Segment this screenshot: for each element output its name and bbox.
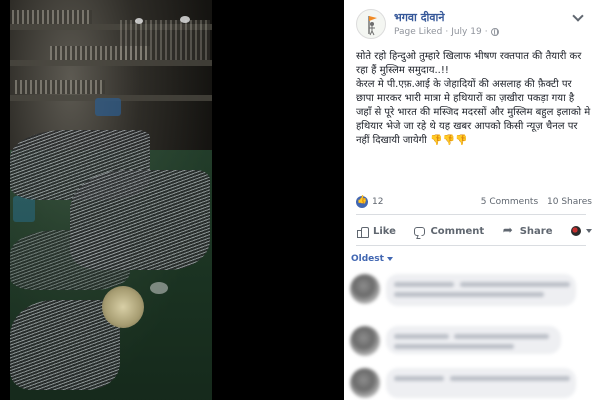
caret-down-icon [586, 229, 592, 233]
post-text: सोते रहो हिन्दुओ तुम्हारे खिलाफ भीषण रक्… [356, 51, 591, 146]
post-panel: भगवा दीवाने Page Liked · July 19 · सोते … [344, 0, 598, 400]
comments-shares: 5 Comments 10 Shares [481, 197, 592, 207]
chevron-down-icon[interactable] [572, 10, 584, 22]
post-header: भगवा दीवाने Page Liked · July 19 · [344, 0, 598, 46]
avatar[interactable] [350, 326, 380, 356]
like-label: Like [373, 225, 396, 237]
avatar[interactable] [350, 274, 380, 304]
reaction-count[interactable]: 12 [372, 197, 383, 207]
profile-avatar-icon [571, 226, 581, 236]
post-stats: 12 5 Comments 10 Shares [356, 195, 592, 210]
meta-separator: · [445, 27, 449, 37]
page-liked-label: Page Liked [394, 27, 443, 37]
like-button[interactable]: Like [356, 225, 396, 238]
reaction-profile-selector[interactable] [571, 226, 592, 236]
divider [356, 214, 586, 215]
comment-sort-dropdown[interactable]: Oldest [351, 254, 393, 264]
share-icon [503, 223, 515, 237]
globe-icon [490, 28, 499, 36]
share-button[interactable]: Share [503, 223, 553, 237]
comments-count[interactable]: 5 Comments [481, 197, 538, 207]
page-avatar[interactable] [356, 9, 386, 39]
comment-sort-label: Oldest [351, 254, 384, 264]
thumbs-up-icon [356, 195, 368, 208]
avatar[interactable] [350, 368, 380, 398]
post-meta: Page Liked · July 19 · [394, 27, 499, 37]
comment-item [350, 322, 590, 362]
thumb-icon [356, 225, 369, 238]
action-bar: Like Comment Share [356, 220, 592, 242]
comment-icon [414, 226, 426, 236]
comment-button[interactable]: Comment [414, 226, 484, 237]
meta-separator: · [484, 27, 488, 37]
caret-down-icon [386, 257, 393, 261]
post-date[interactable]: July 19 [451, 27, 482, 37]
comment-item [350, 364, 590, 400]
page-name[interactable]: भगवा दीवाने [394, 10, 444, 25]
divider [356, 245, 586, 246]
share-label: Share [519, 225, 553, 237]
photo-viewer[interactable] [0, 0, 344, 400]
flag-figure-icon [368, 16, 377, 36]
post-photo [10, 0, 212, 400]
shares-count[interactable]: 10 Shares [547, 197, 592, 207]
comment-item [350, 270, 590, 310]
comment-label: Comment [430, 225, 485, 237]
